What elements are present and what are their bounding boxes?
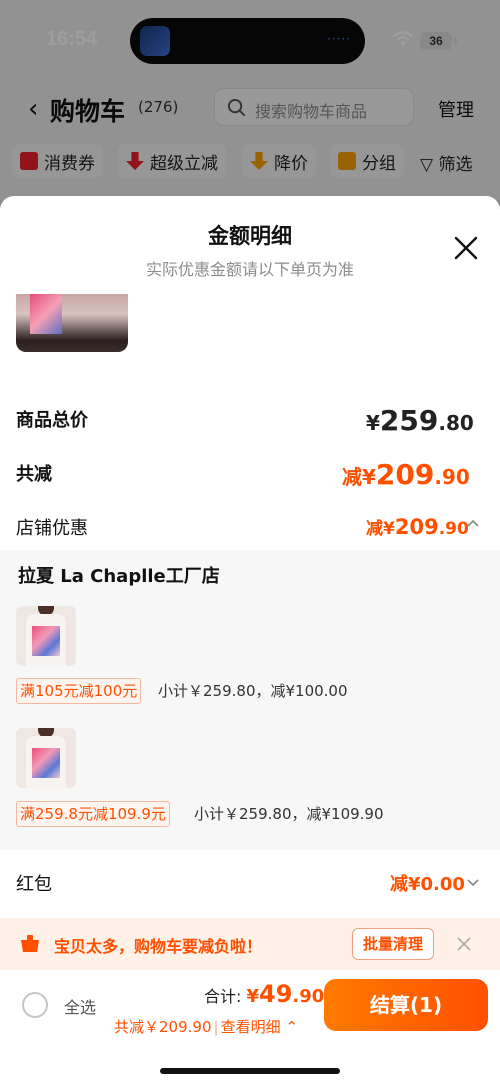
red-packet-value[interactable]: 减¥0.00: [390, 870, 465, 896]
chevron-up-icon[interactable]: ⌃: [281, 1018, 298, 1036]
shop-discount-value[interactable]: 减¥209.90: [366, 514, 469, 539]
total-price-label: 商品总价: [16, 410, 88, 431]
view-detail-link[interactable]: 查看明细: [221, 1018, 281, 1036]
separator: |: [213, 1018, 219, 1036]
product-image[interactable]: [16, 606, 76, 666]
chevron-down-icon[interactable]: [466, 878, 480, 888]
home-indicator: [160, 1068, 340, 1074]
amount-detail-sheet: 金额明细 实际优惠金额请以下单页为准 商品总价 ¥259.80 共减 减¥209…: [0, 196, 500, 1087]
product-image[interactable]: [16, 728, 76, 788]
promo-tag: 满105元减100元: [16, 678, 142, 704]
close-icon[interactable]: [452, 234, 480, 262]
total-reduce-label: 共减: [16, 464, 52, 485]
product-thumbnail: [16, 294, 128, 352]
item-subtotal: 小计￥259.80，减¥109.90: [194, 805, 384, 823]
shop-discount-detail: 拉夏 La Chaplle工厂店 满105元减100元 小计￥259.80，减¥…: [0, 550, 500, 850]
checkout-button[interactable]: 结算(1): [324, 979, 488, 1031]
total-sum: 合计: ¥49.90: [204, 980, 325, 1008]
reduce-amount: 共减￥209.90: [114, 1018, 212, 1036]
modal-overlay[interactable]: [0, 0, 500, 200]
select-all-label[interactable]: 全选: [64, 994, 96, 1018]
chevron-up-icon[interactable]: [466, 518, 480, 528]
notice-bar: 宝贝太多，购物车要减负啦！ 批量清理: [0, 918, 500, 970]
bulk-clean-button[interactable]: 批量清理: [352, 928, 434, 960]
sheet-subtitle: 实际优惠金额请以下单页为准: [145, 260, 354, 279]
reduce-summary: 共减￥209.90 | 查看明细 ⌃: [114, 1016, 298, 1037]
shop-name: 拉夏 La Chaplle工厂店: [18, 566, 220, 587]
item-subtotal: 小计￥259.80，减¥100.00: [158, 682, 348, 700]
total-reduce-value: 减¥209.90: [342, 458, 470, 491]
total-price-value: ¥259.80: [366, 404, 474, 437]
sheet-title: 金额明细: [208, 224, 292, 248]
notice-text: 宝贝太多，购物车要减负啦！: [54, 937, 263, 956]
red-packet-label: 红包: [16, 874, 52, 895]
select-all-radio[interactable]: [22, 992, 48, 1018]
promo-tag: 满259.8元减109.9元: [16, 801, 170, 827]
checkout-bar: 全选 合计: ¥49.90 共减￥209.90 | 查看明细 ⌃ 结算(1): [0, 970, 500, 1052]
cart-icon: [21, 935, 39, 952]
shop-discount-label: 店铺优惠: [16, 518, 88, 539]
close-icon[interactable]: [456, 936, 472, 952]
